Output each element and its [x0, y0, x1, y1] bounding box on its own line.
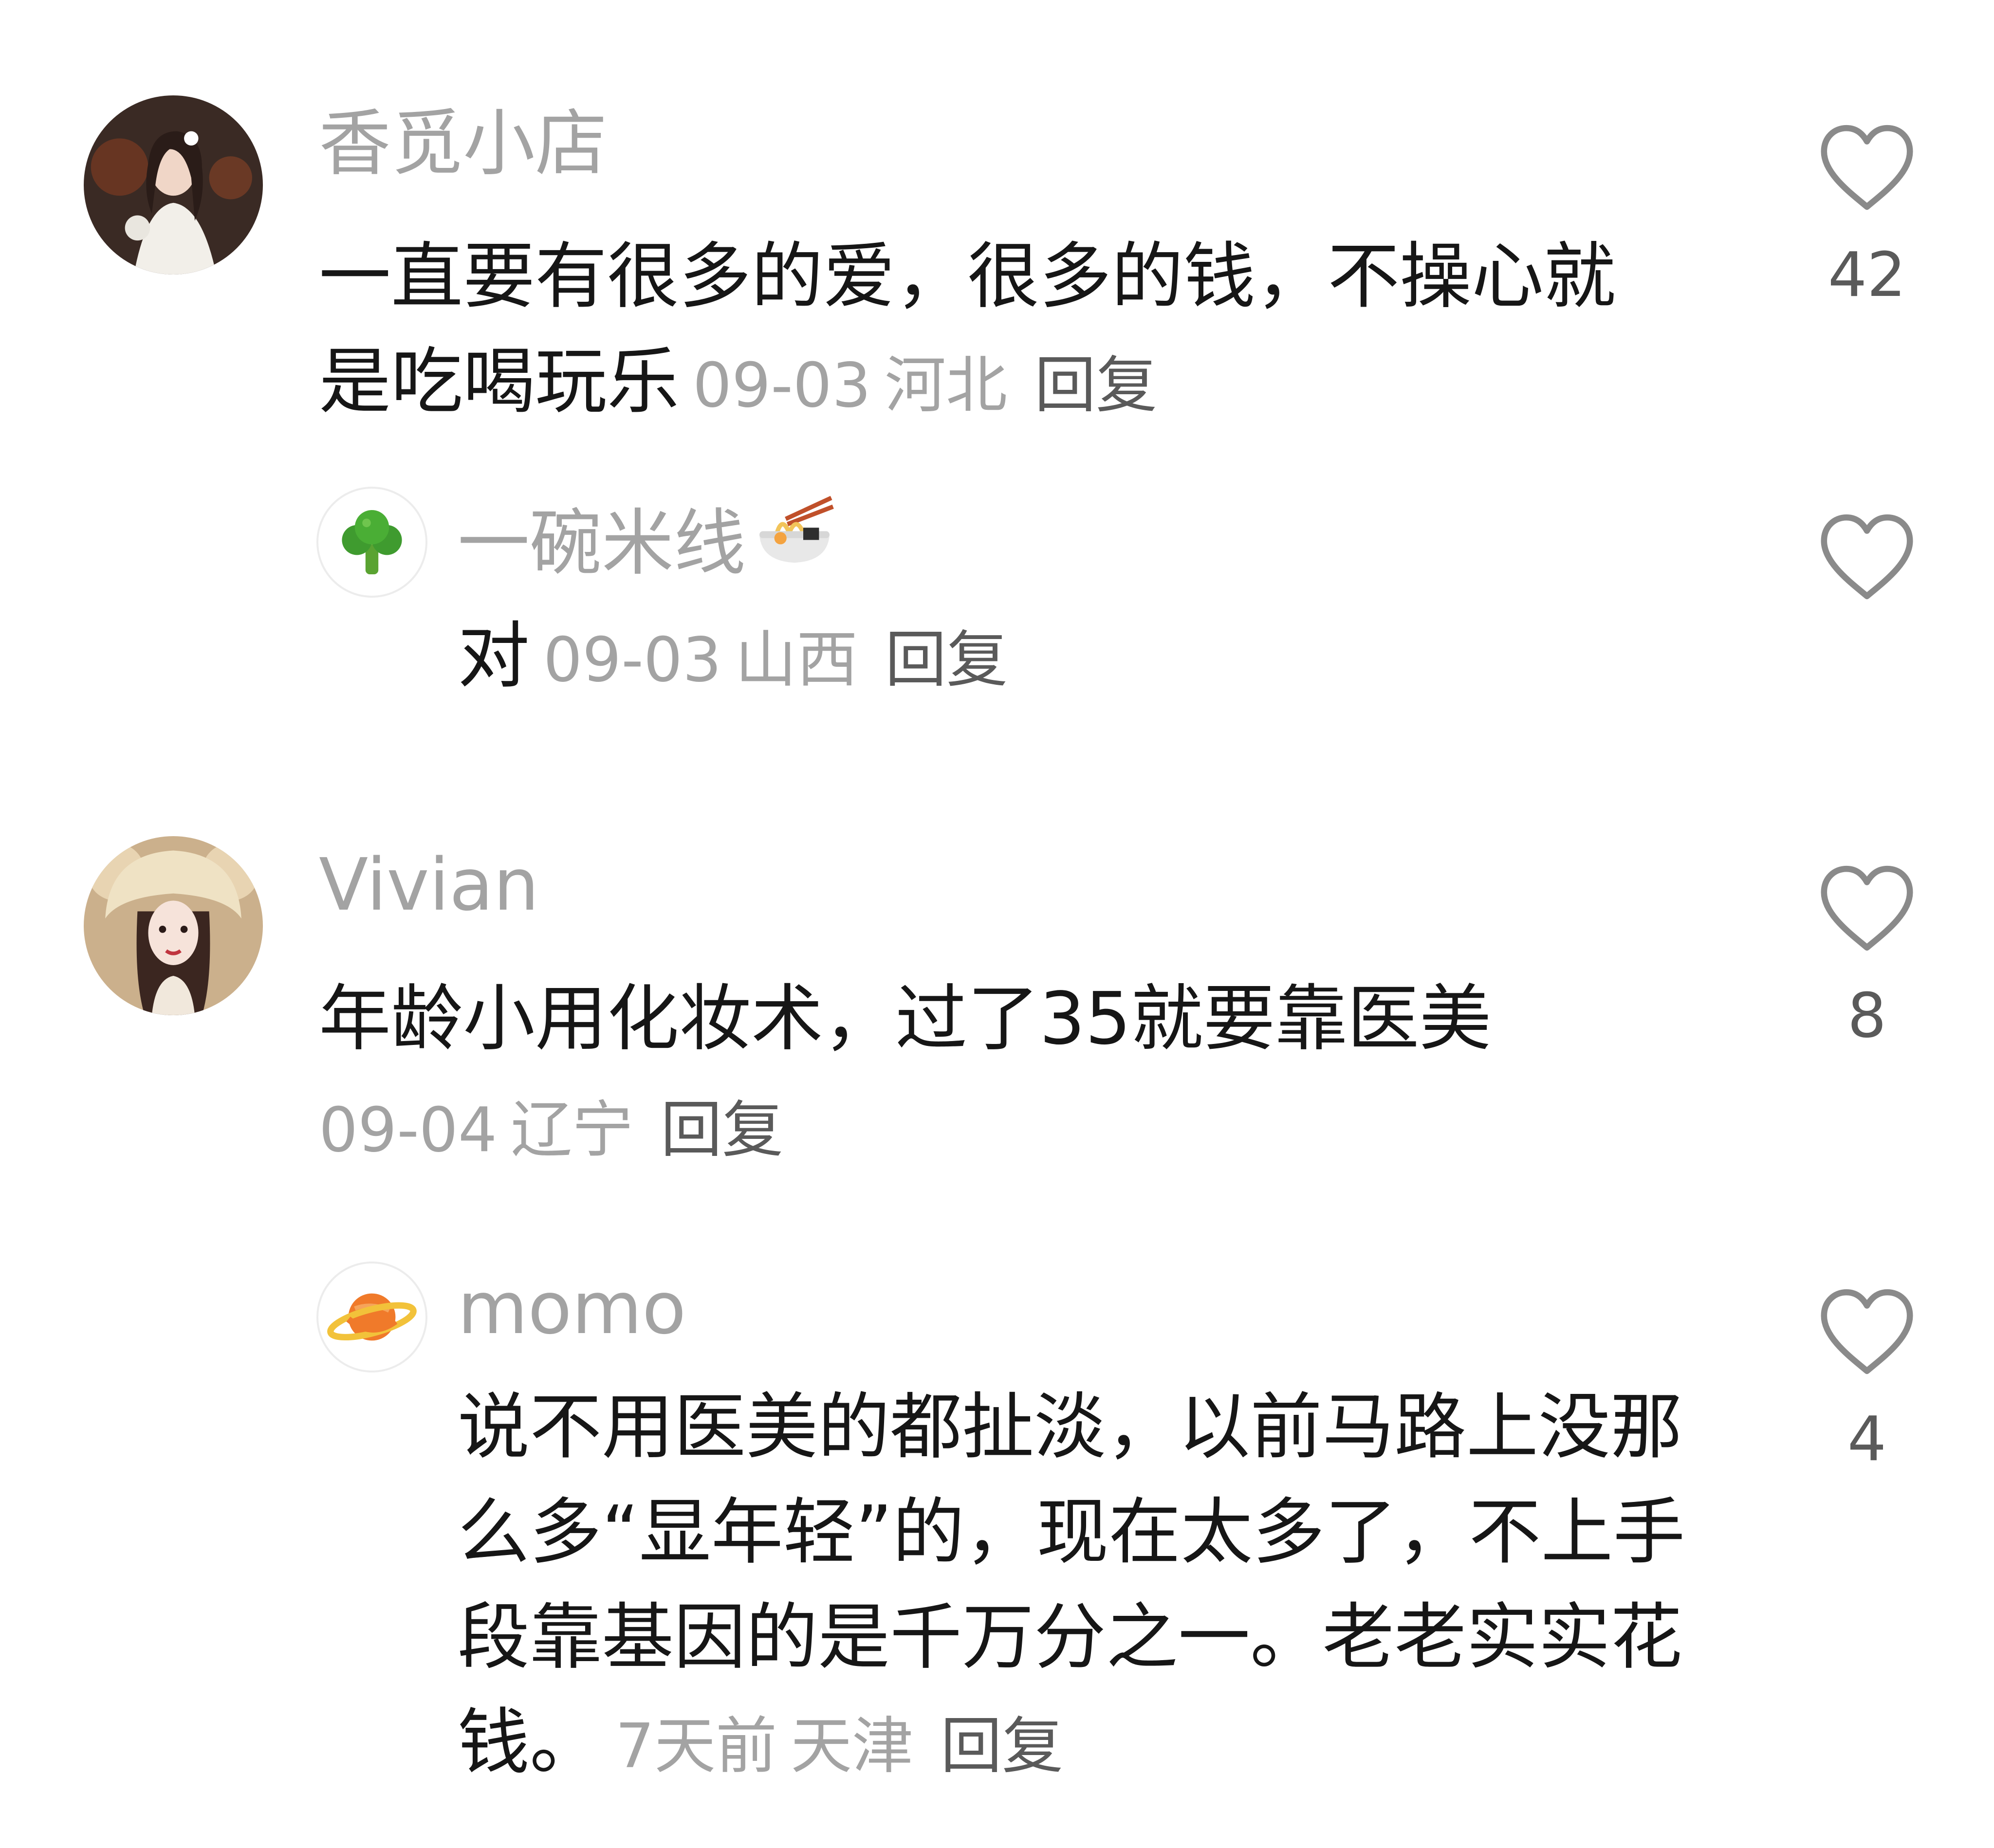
- heart-icon: [1821, 865, 1913, 951]
- username[interactable]: Vivian: [319, 841, 539, 929]
- like-button[interactable]: [1816, 121, 1918, 213]
- comment-date: 09-03: [693, 349, 871, 421]
- comment-location: 天津: [791, 1710, 914, 1782]
- comment-date: 09-03: [543, 624, 722, 695]
- reply-button[interactable]: 回复: [885, 624, 1008, 695]
- comment-location: 辽宁: [511, 1094, 634, 1166]
- comment-date: 09-04: [319, 1094, 498, 1166]
- comment-location: 河北: [885, 349, 1008, 421]
- planet-avatar-icon: [327, 1293, 417, 1341]
- broccoli-avatar-icon: [342, 510, 402, 574]
- like-button[interactable]: [1816, 1285, 1918, 1377]
- reply-button[interactable]: 回复: [941, 1710, 1063, 1782]
- heart-icon: [1821, 125, 1913, 210]
- reply-button[interactable]: 回复: [661, 1094, 783, 1166]
- comment-date: 7天前: [615, 1710, 777, 1782]
- avatar[interactable]: [316, 487, 427, 598]
- bride-photo-avatar-icon: [84, 95, 263, 274]
- comment-meta: 09-04 辽宁 回复: [319, 1086, 783, 1174]
- username[interactable]: momo: [458, 1264, 686, 1352]
- comment-body: 年龄小用化妆术，过了35就要靠医美: [319, 977, 1492, 1061]
- comment-section: 香觅小店 一直要有很多的爱，很多的钱，不操心就是吃喝玩乐 09-03 河北 回复 42…: [0, 0, 1994, 1848]
- avatar[interactable]: [84, 95, 263, 274]
- avatar[interactable]: [316, 1262, 427, 1372]
- like-button[interactable]: [1816, 861, 1918, 954]
- comment-text: 年龄小用化妆术，过了35就要靠医美: [319, 966, 1682, 1071]
- girl-bear-hat-avatar-icon: [84, 836, 263, 1015]
- heart-icon: [1821, 514, 1913, 600]
- heart-icon: [1821, 1289, 1913, 1374]
- like-count: 42: [1828, 239, 1906, 311]
- avatar[interactable]: [84, 836, 263, 1015]
- noodle-bowl-icon: [751, 489, 838, 577]
- like-count: 4: [1847, 1403, 1887, 1475]
- username[interactable]: 香觅小店: [319, 100, 607, 187]
- like-count: 8: [1847, 980, 1887, 1051]
- username[interactable]: 一碗米线: [458, 489, 838, 587]
- comment-location: 山西: [735, 624, 858, 695]
- username-text: 一碗米线: [458, 501, 746, 585]
- comment-text: 一直要有很多的爱，很多的钱，不操心就是吃喝玩乐 09-03 河北 回复: [319, 224, 1682, 438]
- comment-text: 说不用医美的都扯淡，以前马路上没那么多“显年轻”的，现在太多了，不上手段靠基因的…: [458, 1374, 1704, 1799]
- like-button[interactable]: [1816, 510, 1918, 603]
- comment-text: 对 09-03 山西 回复: [458, 604, 1675, 713]
- reply-button[interactable]: 回复: [1034, 349, 1157, 421]
- comment-body: 对: [458, 614, 530, 698]
